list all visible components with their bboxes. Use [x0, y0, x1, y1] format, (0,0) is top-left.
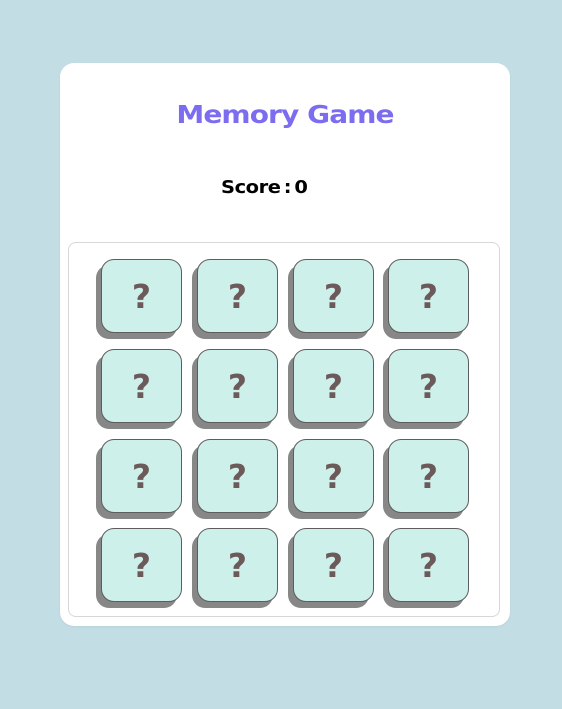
- memory-card[interactable]: ?: [101, 439, 182, 513]
- memory-card[interactable]: ?: [293, 259, 374, 333]
- memory-card[interactable]: ?: [293, 349, 374, 423]
- memory-card[interactable]: ?: [197, 259, 278, 333]
- score-separator: :: [283, 177, 292, 198]
- question-mark-icon: ?: [418, 276, 439, 316]
- question-mark-icon: ?: [131, 276, 152, 316]
- question-mark-icon: ?: [227, 276, 248, 316]
- question-mark-icon: ?: [227, 366, 248, 406]
- memory-card[interactable]: ?: [197, 439, 278, 513]
- memory-card[interactable]: ?: [293, 528, 374, 602]
- question-mark-icon: ?: [227, 456, 248, 496]
- question-mark-icon: ?: [323, 366, 344, 406]
- question-mark-icon: ?: [418, 456, 439, 496]
- memory-card[interactable]: ?: [101, 259, 182, 333]
- question-mark-icon: ?: [418, 366, 439, 406]
- memory-card[interactable]: ?: [101, 349, 182, 423]
- question-mark-icon: ?: [323, 276, 344, 316]
- question-mark-icon: ?: [418, 545, 439, 585]
- score-display: Score:0: [221, 177, 308, 198]
- memory-card[interactable]: ?: [388, 349, 469, 423]
- memory-card[interactable]: ?: [388, 259, 469, 333]
- memory-card[interactable]: ?: [197, 349, 278, 423]
- question-mark-icon: ?: [131, 456, 152, 496]
- score-label: Score: [221, 177, 281, 198]
- game-board: ????????????????: [68, 242, 500, 617]
- memory-card[interactable]: ?: [293, 439, 374, 513]
- question-mark-icon: ?: [323, 545, 344, 585]
- memory-card[interactable]: ?: [101, 528, 182, 602]
- question-mark-icon: ?: [131, 545, 152, 585]
- score-value: 0: [294, 177, 308, 198]
- question-mark-icon: ?: [227, 545, 248, 585]
- game-title: Memory Game: [176, 100, 394, 129]
- memory-card[interactable]: ?: [388, 528, 469, 602]
- memory-card[interactable]: ?: [388, 439, 469, 513]
- question-mark-icon: ?: [131, 366, 152, 406]
- question-mark-icon: ?: [323, 456, 344, 496]
- memory-card[interactable]: ?: [197, 528, 278, 602]
